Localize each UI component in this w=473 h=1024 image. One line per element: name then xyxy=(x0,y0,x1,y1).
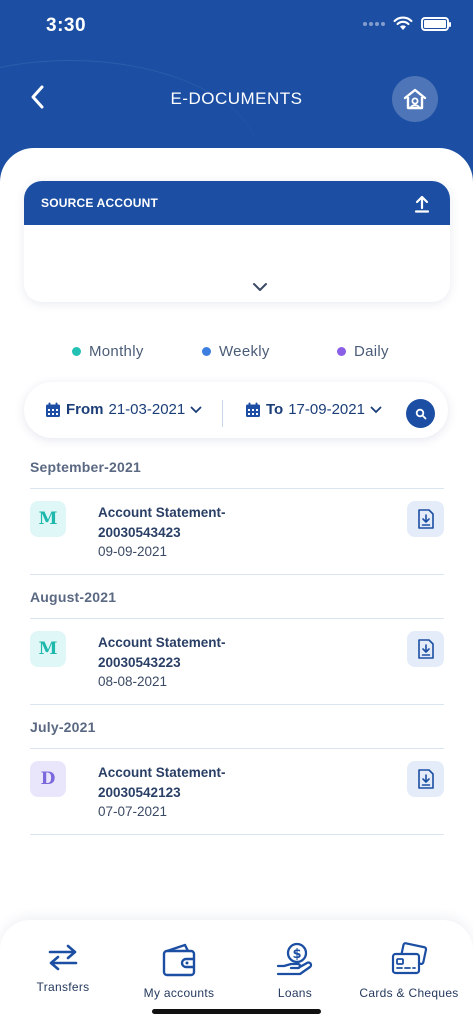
transfer-arrows-icon xyxy=(48,944,78,971)
source-account-header: SOURCE ACCOUNT xyxy=(24,181,450,225)
source-account-title: SOURCE ACCOUNT xyxy=(41,196,159,210)
divider xyxy=(30,574,444,575)
from-date-picker[interactable]: From 21-03-2021 xyxy=(45,401,202,418)
download-button[interactable] xyxy=(407,501,444,537)
weekly-dot xyxy=(202,347,211,356)
tab-loans[interactable]: $ Loans xyxy=(236,942,354,1000)
filter-monthly-label: Monthly xyxy=(89,343,144,360)
document-title: Account Statement- 20030542123 xyxy=(98,763,318,803)
filter-daily-label: Daily xyxy=(354,343,389,360)
signal-icon xyxy=(363,21,385,26)
tab-loans-label: Loans xyxy=(277,986,313,1000)
divider xyxy=(30,834,444,835)
wallet-icon xyxy=(162,943,196,977)
tab-cards-cheques[interactable]: Cards & Cheques xyxy=(350,942,468,1000)
document-type-badge: M xyxy=(30,501,66,537)
document-account-number: 20030543423 xyxy=(98,525,181,540)
calendar-icon xyxy=(246,402,260,417)
home-icon xyxy=(403,88,427,110)
document-title-line: Account Statement- xyxy=(98,505,226,520)
chevron-down-icon xyxy=(370,406,382,413)
to-date-value: 17-09-2021 xyxy=(288,401,365,418)
document-account-number: 20030542123 xyxy=(98,785,181,800)
tab-my-accounts[interactable]: My accounts xyxy=(120,942,238,1000)
filter-weekly[interactable]: Weekly xyxy=(202,343,270,360)
tab-transfers-label: Transfers xyxy=(36,980,90,994)
search-icon xyxy=(415,408,426,419)
download-button[interactable] xyxy=(407,761,444,797)
upload-icon[interactable] xyxy=(414,194,430,213)
chevron-down-icon xyxy=(253,283,267,291)
date-range-bar: From 21-03-2021 To 17-09-2021 xyxy=(24,382,448,438)
battery-icon xyxy=(421,16,451,31)
source-account-card[interactable]: SOURCE ACCOUNT xyxy=(24,181,450,302)
download-icon xyxy=(417,639,434,659)
date-divider xyxy=(222,400,223,427)
home-button[interactable] xyxy=(392,76,438,122)
search-button[interactable] xyxy=(406,399,435,428)
download-button[interactable] xyxy=(407,631,444,667)
document-title: Account Statement- 20030543423 xyxy=(98,503,318,543)
document-type-badge: M xyxy=(30,631,66,667)
download-icon xyxy=(417,769,434,789)
tab-transfers[interactable]: Transfers xyxy=(4,942,122,994)
status-icons xyxy=(363,16,451,31)
document-date: 08-08-2021 xyxy=(98,674,168,689)
filter-weekly-label: Weekly xyxy=(219,343,270,360)
cards-icon xyxy=(391,942,428,975)
loan-hand-coin-icon: $ xyxy=(276,942,313,976)
document-row[interactable]: M Account Statement- 20030543423 09-09-2… xyxy=(30,489,444,575)
frequency-filter: Monthly Weekly Daily xyxy=(0,343,473,363)
from-date-value: 21-03-2021 xyxy=(108,401,186,418)
to-label: To xyxy=(266,401,284,418)
document-row[interactable]: D Account Statement- 20030542123 07-07-2… xyxy=(30,749,444,835)
source-account-dropdown[interactable] xyxy=(252,279,268,297)
month-label: September-2021 xyxy=(30,459,141,475)
document-row[interactable]: M Account Statement- 20030543223 08-08-2… xyxy=(30,619,444,705)
filter-daily[interactable]: Daily xyxy=(337,343,389,360)
document-title-line: Account Statement- xyxy=(98,765,226,780)
home-indicator xyxy=(152,1009,321,1014)
calendar-icon xyxy=(46,402,60,417)
filter-monthly[interactable]: Monthly xyxy=(72,343,144,360)
month-label: July-2021 xyxy=(30,719,96,735)
document-date: 07-07-2021 xyxy=(98,804,168,819)
tab-cards-cheques-label: Cards & Cheques xyxy=(359,986,459,1000)
status-bar: 3:30 xyxy=(0,0,473,52)
status-time: 3:30 xyxy=(46,15,87,36)
to-date-picker[interactable]: To 17-09-2021 xyxy=(245,401,382,418)
document-account-number: 20030543223 xyxy=(98,655,181,670)
month-label: August-2021 xyxy=(30,589,117,605)
monthly-dot xyxy=(72,347,81,356)
svg-text:$: $ xyxy=(292,947,301,962)
from-label: From xyxy=(66,401,104,418)
daily-dot xyxy=(337,347,346,356)
document-type-badge: D xyxy=(30,761,66,797)
wifi-icon xyxy=(393,16,413,30)
chevron-down-icon xyxy=(190,406,202,413)
document-date: 09-09-2021 xyxy=(98,544,168,559)
divider xyxy=(30,704,444,705)
document-title-line: Account Statement- xyxy=(98,635,226,650)
download-icon xyxy=(417,509,434,529)
tab-my-accounts-label: My accounts xyxy=(143,986,215,1000)
document-title: Account Statement- 20030543223 xyxy=(98,633,318,673)
